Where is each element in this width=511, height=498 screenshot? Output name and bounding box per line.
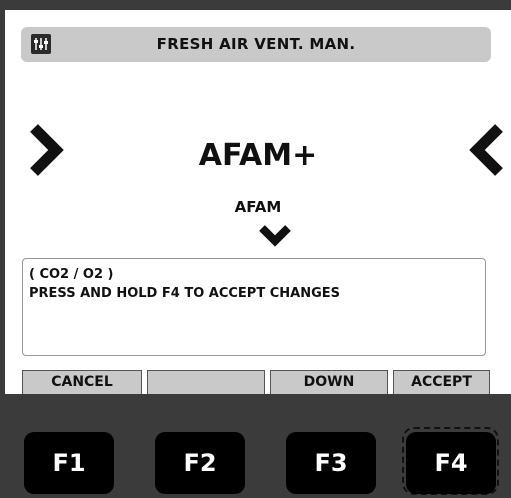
f3-button[interactable]: F3: [286, 432, 376, 494]
f2-button[interactable]: F2: [155, 432, 245, 494]
info-box: ( CO2 / O2 ) PRESS AND HOLD F4 TO ACCEPT…: [22, 258, 486, 356]
f4-button[interactable]: F4: [406, 432, 496, 494]
softkey-cancel[interactable]: CANCEL: [22, 370, 142, 394]
selected-value: AFAM+: [198, 138, 318, 173]
softkey-blank[interactable]: [147, 370, 265, 394]
title-bar: FRESH AIR VENT. MAN.: [21, 27, 491, 62]
softkey-accept[interactable]: ACCEPT: [393, 370, 490, 394]
display-screen: FRESH AIR VENT. MAN. AFAM+ AFAM ( CO2 / …: [5, 10, 511, 394]
softkey-down[interactable]: DOWN: [270, 370, 388, 394]
softkey-bar: CANCEL DOWN ACCEPT: [22, 370, 490, 394]
chevron-left-icon[interactable]: [467, 120, 507, 180]
page-title: FRESH AIR VENT. MAN.: [156, 35, 356, 53]
next-value: AFAM: [234, 198, 282, 216]
f1-button[interactable]: F1: [24, 432, 114, 494]
info-line-gas: ( CO2 / O2 ): [29, 267, 114, 282]
info-line-instruction: PRESS AND HOLD F4 TO ACCEPT CHANGES: [29, 286, 340, 301]
chevron-down-icon[interactable]: [257, 222, 293, 250]
